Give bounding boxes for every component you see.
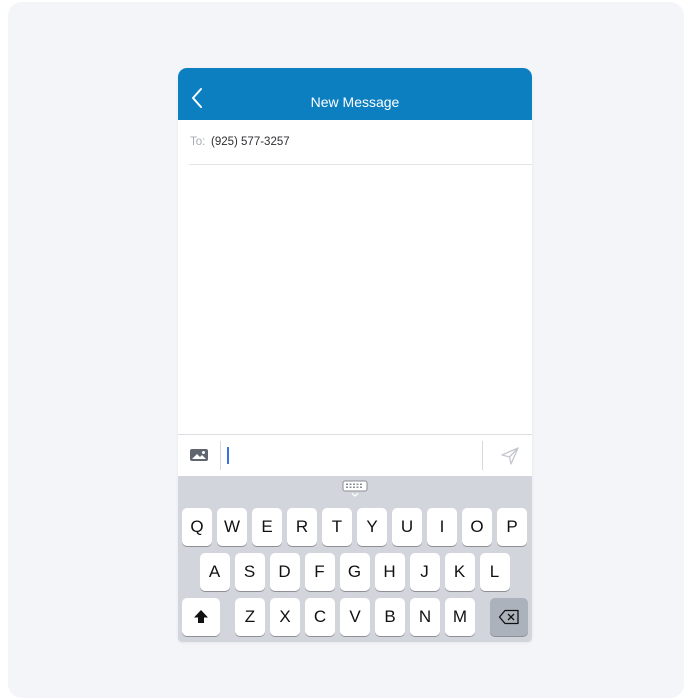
message-composer xyxy=(178,434,532,477)
composer-divider xyxy=(482,441,483,470)
page-background: New Message To: (925) 577-3257 Q W E R T… xyxy=(8,2,684,698)
key-e[interactable]: E xyxy=(252,508,282,546)
key-c[interactable]: C xyxy=(305,598,335,636)
key-m[interactable]: M xyxy=(445,598,475,636)
message-thread xyxy=(178,165,532,433)
key-i[interactable]: I xyxy=(427,508,457,546)
image-icon xyxy=(190,449,208,461)
app-header: New Message xyxy=(178,68,532,120)
key-u[interactable]: U xyxy=(392,508,422,546)
on-screen-keyboard: QWERTYUIOP ASDFGHJKL ZXCVBNM xyxy=(178,476,532,642)
delete-key[interactable] xyxy=(490,598,528,636)
key-q[interactable]: Q xyxy=(182,508,212,546)
shift-key[interactable] xyxy=(182,598,220,636)
composer-divider xyxy=(220,441,221,470)
key-t[interactable]: T xyxy=(322,508,352,546)
key-d[interactable]: D xyxy=(269,553,300,591)
keyboard-dismiss-icon xyxy=(342,480,368,497)
message-input[interactable] xyxy=(224,441,478,470)
recipient-field[interactable]: To: (925) 577-3257 xyxy=(189,120,532,165)
key-h[interactable]: H xyxy=(374,553,405,591)
key-b[interactable]: B xyxy=(375,598,405,636)
key-w[interactable]: W xyxy=(217,508,247,546)
send-icon xyxy=(501,447,519,465)
backspace-icon xyxy=(498,609,519,625)
text-cursor xyxy=(227,447,229,464)
recipient-value[interactable]: (925) 577-3257 xyxy=(211,135,290,149)
key-l[interactable]: L xyxy=(479,553,510,591)
key-x[interactable]: X xyxy=(270,598,300,636)
key-n[interactable]: N xyxy=(410,598,440,636)
send-button[interactable] xyxy=(500,446,520,466)
recipient-label: To: xyxy=(190,136,206,148)
key-j[interactable]: J xyxy=(409,553,440,591)
message-screen: New Message To: (925) 577-3257 Q W E R T… xyxy=(178,68,532,642)
key-p[interactable]: P xyxy=(497,508,527,546)
key-k[interactable]: K xyxy=(444,553,475,591)
key-a[interactable]: A xyxy=(199,553,230,591)
page-title: New Message xyxy=(310,94,400,110)
key-g[interactable]: G xyxy=(339,553,370,591)
keyboard-dismiss-button[interactable] xyxy=(342,480,368,498)
key-f[interactable]: F xyxy=(304,553,335,591)
key-z[interactable]: Z xyxy=(235,598,265,636)
key-y[interactable]: Y xyxy=(357,508,387,546)
key-r[interactable]: R xyxy=(287,508,317,546)
key-s[interactable]: S xyxy=(234,553,265,591)
shift-icon xyxy=(194,610,208,623)
attach-image-button[interactable] xyxy=(189,447,209,463)
key-o[interactable]: O xyxy=(462,508,492,546)
key-v[interactable]: V xyxy=(340,598,370,636)
